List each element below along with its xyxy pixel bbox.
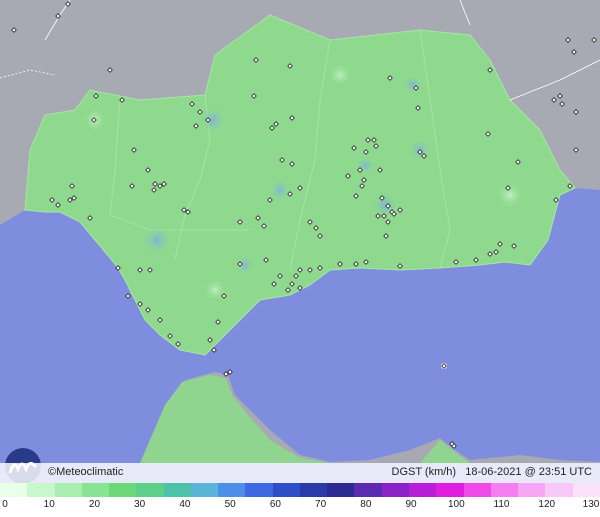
color-scale-tick-label: 20 xyxy=(88,499,101,510)
color-scale-tick-label: 50 xyxy=(224,499,236,510)
color-scale-tick-label: 80 xyxy=(360,499,372,510)
color-scale-tick-label: 40 xyxy=(179,499,191,510)
color-scale-swatch xyxy=(327,483,355,497)
color-scale-swatch xyxy=(545,483,573,497)
color-scale-tick-label: 130 xyxy=(582,499,600,510)
color-scale-swatch xyxy=(163,483,191,497)
color-scale-tick-label: 30 xyxy=(134,499,146,510)
product-datetime-label: DGST (km/h) 18-06-2021 @ 23:51 UTC xyxy=(392,466,593,478)
color-scale-swatch xyxy=(54,483,82,497)
color-scale-swatch xyxy=(136,483,164,497)
color-scale-swatch xyxy=(408,483,437,497)
color-scale-swatch xyxy=(299,483,328,497)
color-scale-swatch xyxy=(81,483,110,497)
color-scale-ticks: 0 10 20 30 40 50 60 70 80 90 100 110 120 130 xyxy=(0,497,600,517)
legend-info-bar: ©Meteoclimatic DGST (km/h) 18-06-2021 @ … xyxy=(0,463,600,483)
brand-label: ©Meteoclimatic xyxy=(48,466,124,478)
color-scale-tick-label: 90 xyxy=(405,499,417,510)
color-scale-swatch xyxy=(463,483,491,497)
color-scale-tick-label: 10 xyxy=(43,499,55,510)
color-scale-swatch xyxy=(218,483,246,497)
color-scale-swatch xyxy=(0,483,28,497)
color-scale-tick-label: 70 xyxy=(315,499,327,510)
color-scale-swatch xyxy=(245,483,273,497)
color-scale-tick-label: 110 xyxy=(493,499,510,510)
color-scale-swatch xyxy=(27,483,55,497)
timestamp: 18-06-2021 @ 23:51 UTC xyxy=(465,466,592,478)
color-scale-swatch xyxy=(190,483,219,497)
color-scale xyxy=(0,483,600,497)
color-scale-swatch xyxy=(518,483,546,497)
color-scale-swatch xyxy=(381,483,409,497)
color-scale-swatch xyxy=(436,483,464,497)
color-scale-swatch xyxy=(572,483,600,497)
color-scale-swatch xyxy=(272,483,300,497)
color-scale-tick-label: 100 xyxy=(447,499,465,510)
color-scale-tick-label: 60 xyxy=(269,499,281,510)
wind-gust-map xyxy=(0,0,600,517)
color-scale-swatch xyxy=(354,483,382,497)
color-scale-swatch xyxy=(109,483,137,497)
color-scale-tick-label: 0 xyxy=(2,499,8,510)
product-name: DGST (km/h) xyxy=(391,466,457,478)
color-scale-swatch xyxy=(490,483,519,497)
color-scale-tick-label: 120 xyxy=(538,499,556,510)
